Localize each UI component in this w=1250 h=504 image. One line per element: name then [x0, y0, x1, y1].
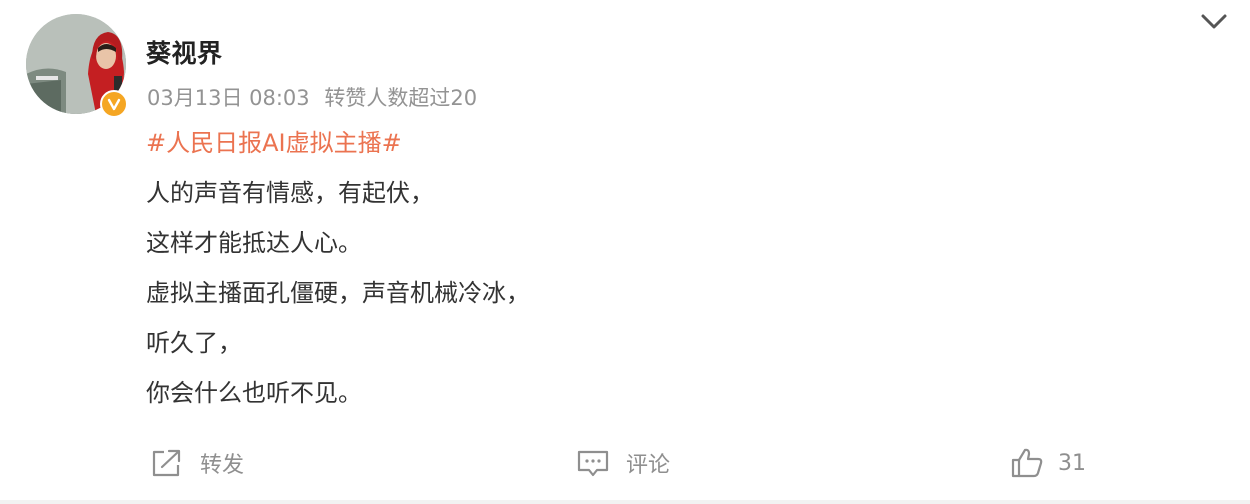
verified-badge-icon — [100, 90, 128, 118]
post-date[interactable]: 03月13日 08:03 — [147, 86, 310, 110]
post-meta: 03月13日 08:03 转赞人数超过20 — [147, 82, 477, 112]
divider — [0, 500, 1250, 504]
content-line: 听久了， — [146, 329, 242, 357]
content-line: 这样才能抵达人心。 — [146, 229, 362, 257]
like-button[interactable]: 31 — [1010, 438, 1086, 488]
like-count: 31 — [1058, 450, 1086, 476]
post-content: #人民日报AI虚拟主播# 人的声音有情感，有起伏， 这样才能抵达人心。 虚拟主播… — [146, 118, 530, 418]
comment-label: 评论 — [626, 453, 671, 478]
content-line: 人的声音有情感，有起伏， — [146, 179, 434, 207]
comment-button[interactable]: 评论 — [576, 438, 670, 488]
more-options-button[interactable] — [1199, 10, 1229, 34]
comment-icon — [576, 448, 610, 478]
content-line: 虚拟主播面孔僵硬，声音机械冷冰， — [146, 279, 530, 307]
share-icon — [150, 448, 184, 478]
weibo-post: 葵视界 03月13日 08:03 转赞人数超过20 #人民日报AI虚拟主播# 人… — [0, 0, 1250, 504]
thumbs-up-icon — [1010, 447, 1044, 479]
repost-button[interactable]: 转发 — [150, 438, 244, 488]
repost-info: 转赞人数超过20 — [324, 86, 478, 110]
author-name[interactable]: 葵视界 — [146, 34, 223, 70]
content-line: 你会什么也听不见。 — [146, 379, 362, 407]
chevron-down-icon — [1201, 14, 1227, 29]
action-bar: 转发 评论 31 — [0, 438, 1250, 488]
repost-label: 转发 — [200, 453, 245, 478]
topic-link[interactable]: #人民日报AI虚拟主播# — [146, 118, 530, 168]
